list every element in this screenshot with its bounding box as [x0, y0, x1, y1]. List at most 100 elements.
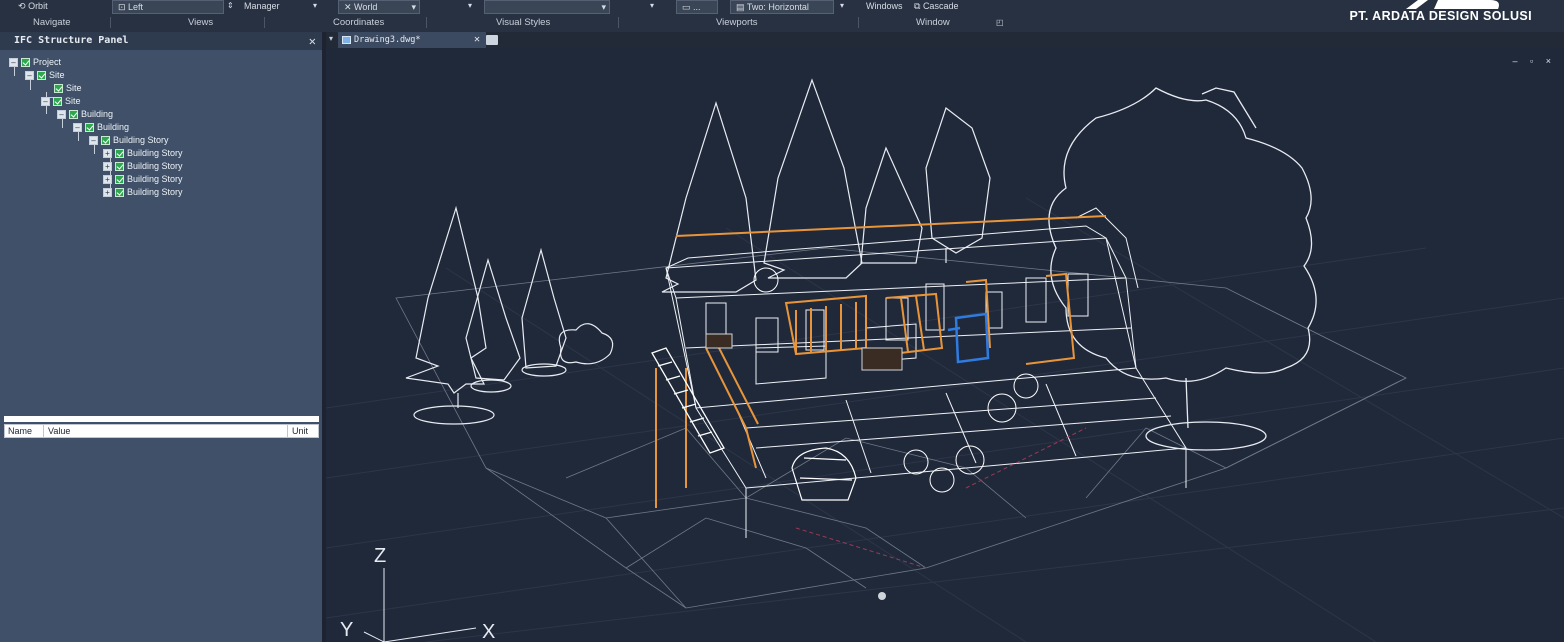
- switch-windows-button[interactable]: Windows: [866, 0, 903, 14]
- tree-node-building[interactable]: – Building: [57, 108, 113, 121]
- tree-node-project[interactable]: – Project: [9, 56, 61, 69]
- expand-icon[interactable]: +: [103, 175, 112, 185]
- chevron-down-icon[interactable]: ▾: [650, 0, 654, 14]
- checkbox-checked-icon[interactable]: [115, 175, 124, 185]
- chevron-down-icon: ▾: [411, 2, 416, 12]
- tree-node-site[interactable]: – Site: [41, 95, 81, 108]
- panel-splitter[interactable]: [4, 416, 319, 422]
- view-spinner-icon[interactable]: ⇕: [227, 0, 234, 14]
- checkbox-checked-icon[interactable]: [101, 136, 110, 146]
- panel-title: IFC Structure Panel ✕: [0, 32, 322, 50]
- orbit-icon: ⟲: [18, 1, 26, 11]
- collapse-icon[interactable]: –: [89, 136, 98, 146]
- view-select-value: Left: [128, 2, 144, 12]
- group-label-views: Views: [188, 17, 214, 28]
- tree-icon: [661, 78, 991, 293]
- expand-icon[interactable]: +: [103, 188, 112, 198]
- column-header-name[interactable]: Name: [8, 425, 32, 437]
- car-icon: [791, 447, 857, 501]
- close-icon[interactable]: ✕: [309, 32, 316, 50]
- panel-title-text: IFC Structure Panel: [14, 35, 129, 46]
- tree-icon: [1048, 87, 1317, 451]
- cursor-icon: [878, 592, 886, 600]
- chevron-down-icon[interactable]: ▾: [840, 0, 844, 14]
- column-header-value[interactable]: Value: [48, 425, 70, 437]
- named-viewports-button[interactable]: ▭ ...: [676, 0, 718, 14]
- document-tab-title: Drawing3.dwg*: [354, 35, 421, 45]
- view-select[interactable]: ⊡ Left: [112, 0, 224, 14]
- checkbox-checked-icon[interactable]: [21, 58, 30, 68]
- new-tab-icon[interactable]: [486, 35, 498, 45]
- tree-node-building-story[interactable]: + Building Story: [103, 173, 183, 186]
- checkbox-checked-icon[interactable]: [115, 149, 124, 159]
- orbit-button[interactable]: ⟲ Orbit: [18, 0, 48, 14]
- group-label-navigate: Navigate: [33, 17, 71, 28]
- ground-grid: [326, 197, 1564, 642]
- coordinate-select-value: World: [354, 2, 378, 12]
- coordinate-select[interactable]: ✕ World ▾: [338, 0, 420, 14]
- checkbox-checked-icon[interactable]: [115, 188, 124, 198]
- close-icon[interactable]: ✕: [474, 32, 480, 48]
- chevron-down-icon: ▾: [601, 2, 606, 12]
- checkbox-checked-icon[interactable]: [53, 97, 62, 107]
- ucs-axes: [363, 568, 477, 642]
- column-header-unit[interactable]: Unit: [292, 425, 308, 437]
- collapse-icon[interactable]: –: [25, 71, 34, 81]
- view-icon: ⊡: [118, 2, 129, 12]
- blue-fixture: [947, 312, 990, 364]
- visual-style-icon: ▾: [468, 1, 473, 10]
- tab-menu-icon[interactable]: ▾: [329, 34, 333, 43]
- document-tab-bar: ▾ Drawing3.dwg* ✕: [326, 32, 1564, 48]
- group-label-visual-styles: Visual Styles: [496, 17, 551, 28]
- boundary-line: [795, 427, 1087, 569]
- dwg-file-icon: [342, 36, 351, 44]
- cascade-icon: ⧉: [914, 1, 923, 11]
- checkbox-checked-icon[interactable]: [69, 110, 78, 120]
- tree-node-building-story[interactable]: + Building Story: [103, 160, 183, 173]
- cascade-label: Cascade: [922, 1, 959, 11]
- group-label-window: Window: [916, 17, 950, 28]
- tree-node-building-story[interactable]: – Building Story: [89, 134, 169, 147]
- named-viewports-label: ...: [693, 2, 701, 12]
- checkbox-checked-icon[interactable]: [37, 71, 46, 81]
- orbit-label: Orbit: [28, 1, 48, 11]
- ribbon: ⟲ Orbit ⊡ Left ⇕ Manager ▾ ✕ World ▾ ▾ ▾…: [0, 0, 1564, 32]
- ifc-tree: – Project – Site Site – Site – Building – Bui…: [0, 54, 322, 434]
- tree-node-site[interactable]: – Site: [25, 69, 65, 82]
- viewport-icon: ▭: [682, 2, 694, 12]
- collapse-icon[interactable]: –: [73, 123, 82, 133]
- axis-label-y: Y: [340, 619, 353, 641]
- brand-name: PT. ARDATA DESIGN SOLUSI: [1349, 9, 1532, 23]
- tree-node-building[interactable]: – Building: [73, 121, 129, 134]
- expand-icon[interactable]: +: [103, 149, 112, 159]
- tree-node-site[interactable]: Site: [54, 82, 82, 95]
- checkbox-checked-icon[interactable]: [54, 84, 63, 94]
- tree-node-building-story[interactable]: + Building Story: [103, 147, 183, 160]
- viewport-config-value: Two: Horizontal: [746, 2, 809, 12]
- document-tab[interactable]: Drawing3.dwg* ✕: [338, 32, 486, 48]
- visual-style-select[interactable]: ▾: [484, 0, 610, 14]
- expand-icon[interactable]: +: [103, 162, 112, 172]
- checkbox-checked-icon[interactable]: [115, 162, 124, 172]
- axis-label-x: X: [482, 621, 495, 642]
- properties-header: Name Value Unit: [4, 424, 319, 438]
- tree-node-building-story[interactable]: + Building Story: [103, 186, 183, 199]
- collapse-icon[interactable]: –: [9, 58, 18, 68]
- dialog-launcher-icon[interactable]: ◰: [996, 15, 1004, 30]
- view-manager-button[interactable]: Manager: [244, 0, 280, 14]
- cascade-button[interactable]: ⧉ Cascade: [914, 0, 958, 14]
- checkbox-checked-icon[interactable]: [85, 123, 94, 133]
- ifc-structure-panel: IFC Structure Panel ✕ – Project – Site Sit…: [0, 32, 322, 642]
- viewport-config-select[interactable]: ▤ Two: Horizontal: [730, 0, 834, 14]
- group-label-coordinates: Coordinates: [333, 17, 385, 28]
- ucs-icon: ✕: [344, 2, 355, 12]
- chevron-down-icon[interactable]: ▾: [313, 0, 317, 14]
- collapse-icon[interactable]: –: [41, 97, 50, 107]
- group-label-viewports: Viewports: [716, 17, 758, 28]
- drawing-viewport[interactable]: ▾ Drawing3.dwg* ✕ – ▫ × Z Y X: [326, 32, 1564, 642]
- axis-label-z: Z: [374, 545, 386, 567]
- brand-logo-icon: [1406, 0, 1499, 9]
- 3d-model-canvas[interactable]: Z Y X: [326, 48, 1564, 642]
- collapse-icon[interactable]: –: [57, 110, 66, 120]
- cad-application: ⟲ Orbit ⊡ Left ⇕ Manager ▾ ✕ World ▾ ▾ ▾…: [0, 0, 1564, 642]
